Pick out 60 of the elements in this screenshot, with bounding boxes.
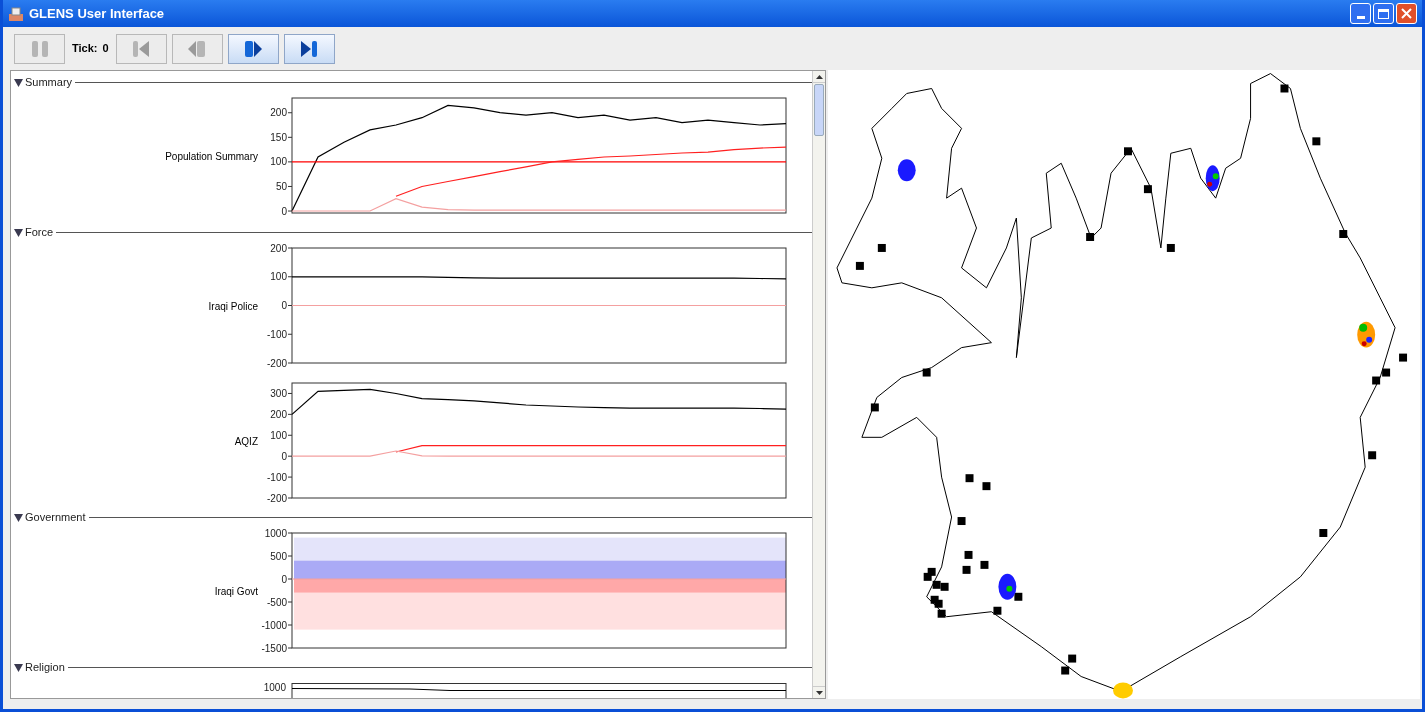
tick-label: 500 bbox=[270, 550, 287, 562]
tick-label: 200 bbox=[270, 408, 287, 420]
collapse-toggle[interactable] bbox=[13, 77, 23, 88]
last-icon bbox=[299, 38, 320, 59]
section-title: Government bbox=[25, 510, 86, 526]
window-title: GLENS User Interface bbox=[29, 4, 165, 23]
tick-value: 0 bbox=[102, 41, 109, 57]
tick-label: 50 bbox=[275, 180, 287, 192]
first-icon bbox=[131, 38, 152, 59]
chart-label: Iraqi Police bbox=[208, 299, 259, 314]
minimize-icon bbox=[1356, 16, 1365, 19]
collapse-toggle[interactable] bbox=[13, 227, 23, 238]
tick-label: -200 bbox=[267, 357, 287, 369]
tick-label: Tick: bbox=[72, 41, 98, 57]
up-arrow-icon bbox=[815, 74, 823, 79]
down-arrow-icon bbox=[815, 690, 823, 695]
section-title: Summary bbox=[25, 75, 73, 91]
back-icon bbox=[187, 38, 208, 59]
scrollbar[interactable] bbox=[812, 71, 825, 698]
section-title: Force bbox=[25, 225, 54, 241]
tick-label: 200 bbox=[270, 242, 287, 254]
play-icon bbox=[243, 38, 264, 59]
pause-icon bbox=[29, 38, 50, 59]
tick-label: -200 bbox=[267, 492, 287, 504]
tick-label: -500 bbox=[267, 596, 287, 608]
tick-label: -1000 bbox=[261, 619, 287, 631]
tick-label: -100 bbox=[267, 471, 287, 483]
triangle-icon bbox=[13, 663, 23, 672]
section-title: Religion bbox=[25, 660, 65, 676]
close-icon bbox=[1401, 8, 1412, 19]
tick-label: 0 bbox=[281, 205, 287, 217]
tick-label: -100 bbox=[267, 328, 287, 340]
triangle-icon bbox=[13, 513, 23, 522]
tick-label: 0 bbox=[281, 573, 287, 585]
tick-label: 1000 bbox=[264, 527, 287, 539]
axis-value: 1000 bbox=[263, 683, 286, 693]
tick-label: 0 bbox=[281, 450, 287, 462]
tick-label: 100 bbox=[270, 271, 287, 283]
triangle-icon bbox=[13, 228, 23, 237]
tick-label: 200 bbox=[270, 107, 287, 119]
chart-label: Population Summary bbox=[165, 149, 259, 164]
triangle-icon bbox=[13, 78, 23, 87]
chart-label: AQIZ bbox=[234, 434, 259, 449]
collapse-toggle[interactable] bbox=[13, 662, 23, 673]
last-button[interactable] bbox=[283, 33, 335, 64]
tick-label: 0 bbox=[281, 300, 287, 311]
tick-label: 100 bbox=[270, 156, 287, 168]
chart-label: Iraqi Govt bbox=[214, 584, 259, 599]
tick-label: -1500 bbox=[261, 642, 287, 654]
minimize-button[interactable] bbox=[1350, 3, 1371, 24]
maximize-icon bbox=[1378, 8, 1389, 19]
tick-label: 300 bbox=[270, 387, 287, 399]
play-button[interactable] bbox=[227, 33, 279, 64]
maximize-button[interactable] bbox=[1373, 3, 1394, 24]
close-button[interactable] bbox=[1396, 3, 1417, 24]
tick-label: 100 bbox=[270, 429, 287, 441]
collapse-toggle[interactable] bbox=[13, 512, 23, 523]
app-icon bbox=[8, 5, 24, 22]
scrollbar-thumb[interactable] bbox=[814, 84, 824, 136]
tick-label: 150 bbox=[270, 131, 287, 143]
